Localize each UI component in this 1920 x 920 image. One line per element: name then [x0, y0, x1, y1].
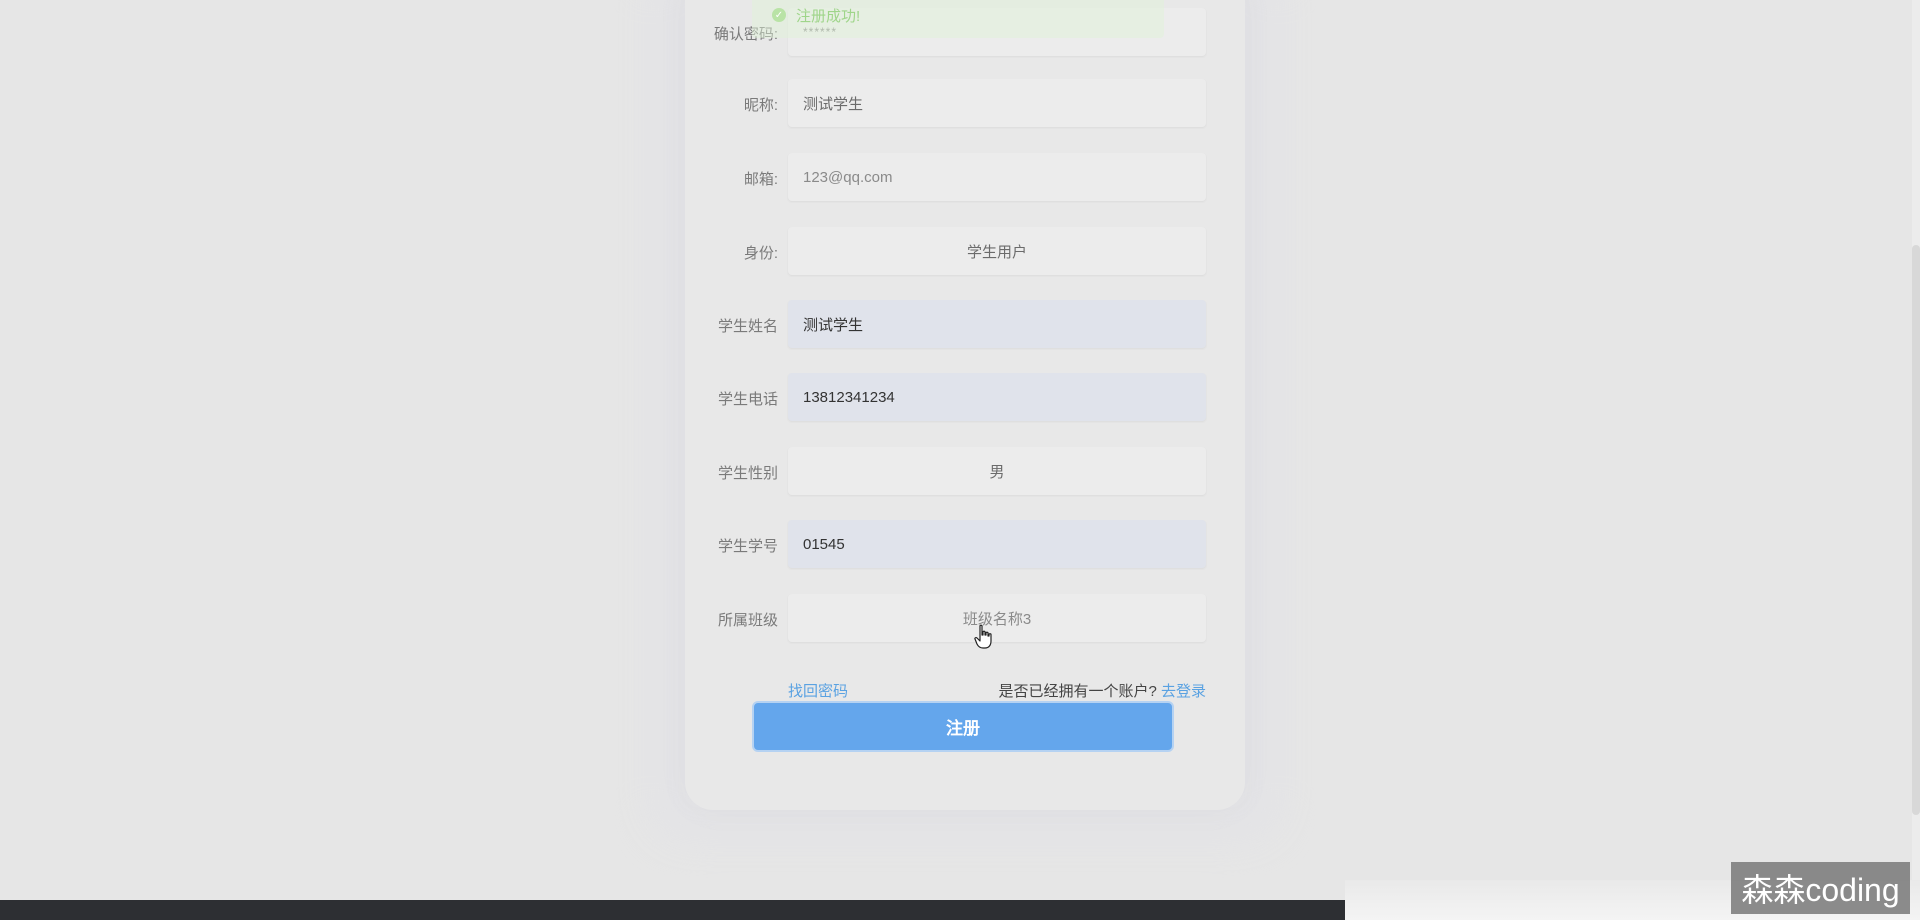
go-login-link[interactable]: 去登录 [1161, 683, 1206, 700]
class-select[interactable]: 班级名称3 [788, 594, 1206, 642]
student-name-field[interactable]: 测试学生 [788, 300, 1206, 348]
register-button[interactable]: 注册 [752, 701, 1174, 752]
email-label: 邮箱: [743, 171, 778, 188]
student-phone-field[interactable]: 13812341234 [788, 373, 1206, 421]
email-field[interactable]: 123@qq.com [788, 153, 1206, 201]
have-account-prompt: 是否已经拥有一个账户? [998, 683, 1157, 700]
identity-label: 身份: [743, 245, 778, 262]
student-number-label: 学生学号 [717, 538, 778, 555]
page-scrollbar[interactable] [1912, 0, 1920, 920]
student-phone-label: 学生电话 [717, 391, 778, 408]
email-row: 邮箱: 123@qq.com [700, 153, 1210, 203]
bottom-dark-bar [0, 900, 1345, 920]
watermark: 森森coding [1731, 862, 1910, 914]
nickname-field[interactable]: 测试学生 [788, 79, 1206, 127]
class-row: 所属班级 班级名称3 [700, 594, 1210, 644]
student-name-label: 学生姓名 [717, 318, 778, 335]
student-number-field[interactable]: 01545 [788, 520, 1206, 568]
student-phone-row: 学生电话 13812341234 [700, 373, 1210, 423]
identity-row: 身份: 学生用户 [700, 227, 1210, 277]
student-gender-select[interactable]: 男 [788, 447, 1206, 495]
forgot-password-link[interactable]: 找回密码 [788, 680, 848, 701]
student-gender-row: 学生性别 男 [700, 447, 1210, 497]
student-number-row: 学生学号 01545 [700, 520, 1210, 570]
student-name-row: 学生姓名 测试学生 [700, 300, 1210, 350]
student-gender-label: 学生性别 [717, 465, 778, 482]
hand-cursor-icon [974, 624, 992, 649]
have-account-text: 是否已经拥有一个账户? 去登录 [998, 680, 1206, 701]
scrollbar-thumb[interactable] [1912, 245, 1920, 815]
success-toast: ✓ 注册成功! [752, 0, 1164, 38]
page: 确认密码: ****** ✓ 注册成功! 昵称: 测试学生 邮箱: 123@qq… [0, 0, 1920, 920]
class-label: 所属班级 [717, 612, 778, 629]
nickname-label: 昵称: [743, 97, 778, 114]
nickname-row: 昵称: 测试学生 [700, 79, 1210, 129]
form-links: 找回密码 是否已经拥有一个账户? 去登录 [788, 680, 1206, 702]
identity-select[interactable]: 学生用户 [788, 227, 1206, 275]
toast-message: 注册成功! [796, 7, 861, 25]
check-circle-icon: ✓ [772, 8, 786, 22]
